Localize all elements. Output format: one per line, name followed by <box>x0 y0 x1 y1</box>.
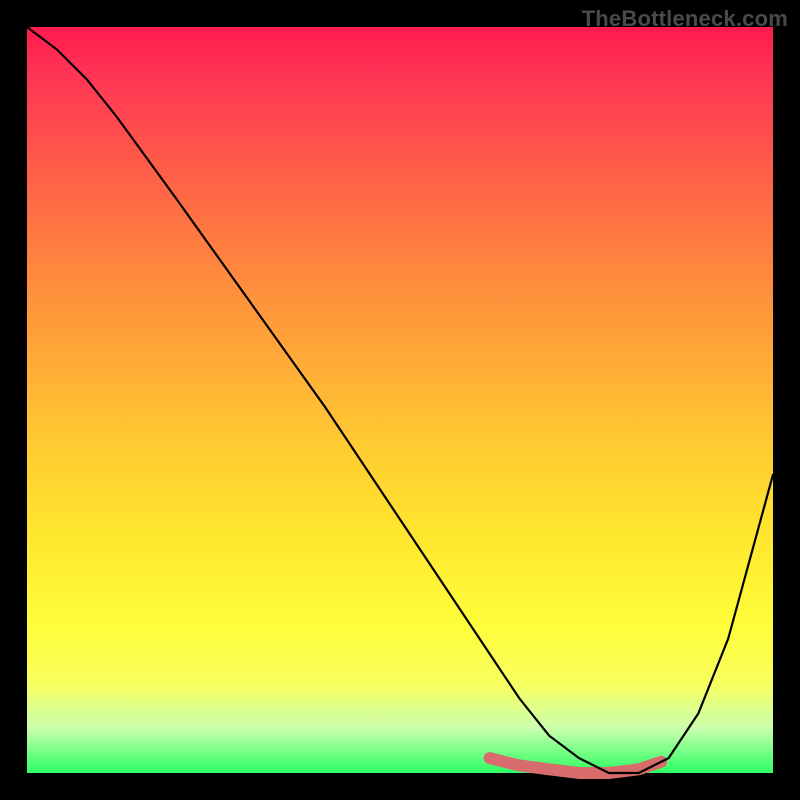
chart-plot-area <box>27 27 773 773</box>
bottleneck-minimum-accent <box>490 758 662 773</box>
chart-svg <box>27 27 773 773</box>
watermark-text: TheBottleneck.com <box>582 6 788 32</box>
bottleneck-curve-line <box>27 27 773 773</box>
